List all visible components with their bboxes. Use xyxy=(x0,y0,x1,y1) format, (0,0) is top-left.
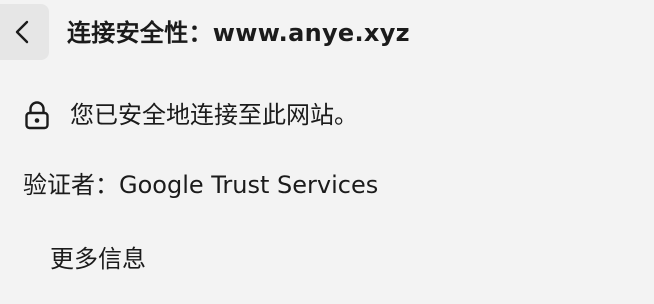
back-button[interactable] xyxy=(0,4,49,60)
chevron-left-icon xyxy=(15,20,29,44)
more-info-button[interactable]: 更多信息 xyxy=(50,242,146,276)
page-title: 连接安全性：www.anye.xyz xyxy=(67,19,410,47)
panel-header: 连接安全性：www.anye.xyz xyxy=(0,0,654,64)
secure-status-row: 您已安全地连接至此网站。 xyxy=(24,98,358,132)
secure-status-text: 您已安全地连接至此网站。 xyxy=(70,101,358,129)
lock-icon xyxy=(25,101,49,130)
connection-security-panel: 连接安全性：www.anye.xyz 您已安全地连接至此网站。 验证者：Goog… xyxy=(0,0,654,304)
verifier-text: 验证者：Google Trust Services xyxy=(23,171,379,199)
